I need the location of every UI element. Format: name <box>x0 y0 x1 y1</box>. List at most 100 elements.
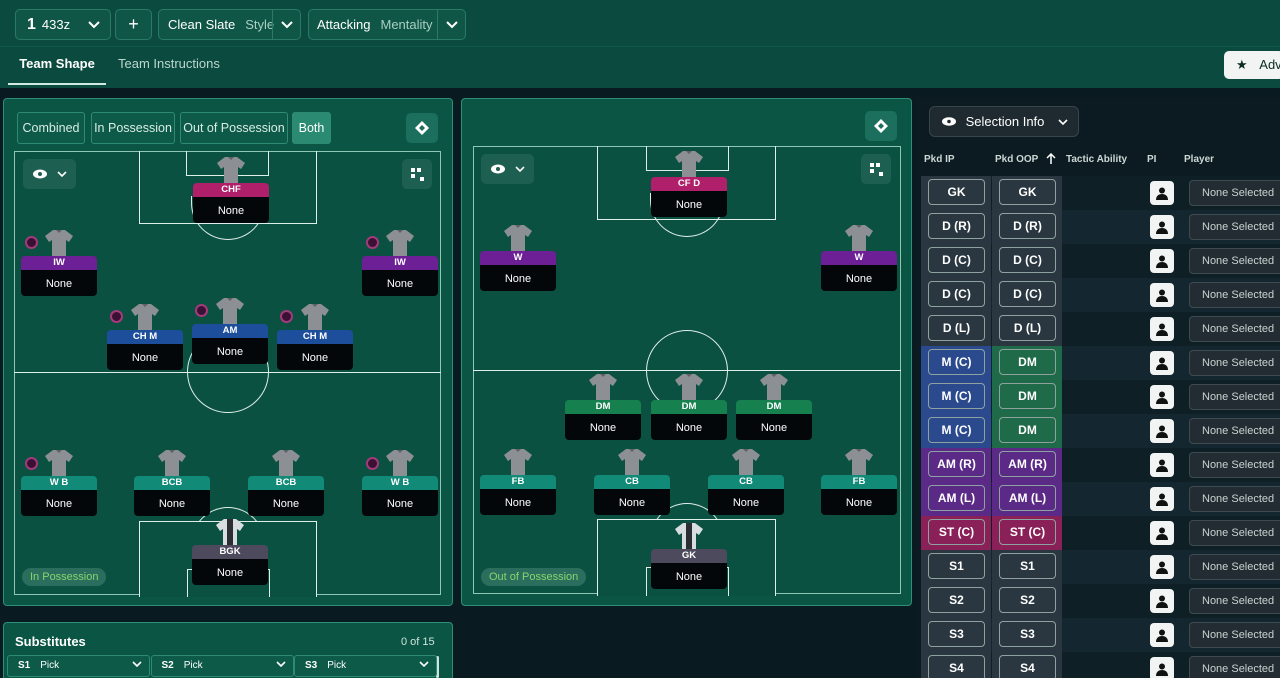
selection-info-dropdown[interactable]: Selection Info <box>929 106 1079 137</box>
person-icon[interactable] <box>1150 283 1174 307</box>
player-select[interactable]: None Selected <box>1189 248 1280 274</box>
player-select[interactable]: None Selected <box>1189 520 1280 546</box>
pkd-ip-position[interactable]: D (C) <box>928 281 985 307</box>
person-icon[interactable] <box>1150 453 1174 477</box>
player-select[interactable]: None Selected <box>1189 214 1280 240</box>
player-select[interactable]: None Selected <box>1189 180 1280 206</box>
substitute-slot-dropdown[interactable]: S2 Pick <box>150 655 294 677</box>
player-select[interactable]: None Selected <box>1189 384 1280 410</box>
view-mode-in-possession[interactable]: In Possession <box>91 112 175 144</box>
player-select[interactable]: None Selected <box>1189 554 1280 580</box>
person-icon[interactable] <box>1150 215 1174 239</box>
substitute-slot-dropdown[interactable]: S3 Pick <box>294 655 437 677</box>
pkd-ip-position[interactable]: D (C) <box>928 247 985 273</box>
out-of-possession-player-card[interactable]: FB None <box>480 449 556 517</box>
pkd-ip-position[interactable]: D (L) <box>928 315 985 341</box>
player-select[interactable]: None Selected <box>1189 282 1280 308</box>
pkd-oop-position[interactable]: GK <box>999 179 1056 205</box>
pkd-oop-position[interactable]: S3 <box>999 621 1056 647</box>
out-of-possession-player-card[interactable]: DM None <box>565 374 641 442</box>
in-possession-player-card[interactable]: BCB None <box>248 450 324 518</box>
in-possession-player-card[interactable]: W B None <box>362 450 438 518</box>
pkd-ip-position[interactable]: ST (C) <box>928 519 985 545</box>
diamond-move-icon[interactable] <box>406 113 438 143</box>
in-possession-player-card[interactable]: AM None <box>192 298 268 366</box>
pkd-oop-position[interactable]: S1 <box>999 553 1056 579</box>
column-player[interactable]: Player <box>1184 154 1214 165</box>
pkd-ip-position[interactable]: D (R) <box>928 213 985 239</box>
pkd-ip-position[interactable]: M (C) <box>928 383 985 409</box>
formation-dropdown[interactable]: 1 433z <box>15 9 111 40</box>
out-of-possession-player-card[interactable]: DM None <box>651 374 727 442</box>
column-tactic-ability[interactable]: Tactic Ability <box>1066 154 1127 165</box>
out-of-possession-player-card[interactable]: CF D None <box>651 151 727 219</box>
person-icon[interactable] <box>1150 181 1174 205</box>
pkd-oop-position[interactable]: D (C) <box>999 247 1056 273</box>
out-of-possession-player-card[interactable]: GK None <box>651 523 727 591</box>
diamond-move-icon[interactable] <box>865 111 897 141</box>
advanced-button[interactable]: ★ Adv <box>1224 51 1280 79</box>
pkd-oop-position[interactable]: D (R) <box>999 213 1056 239</box>
in-possession-player-card[interactable]: W B None <box>21 450 97 518</box>
column-pi[interactable]: PI <box>1147 154 1156 165</box>
person-icon[interactable] <box>1150 385 1174 409</box>
sort-arrow-up-icon[interactable] <box>1046 152 1056 170</box>
pkd-ip-position[interactable]: M (C) <box>928 349 985 375</box>
out-of-possession-player-card[interactable]: W None <box>821 225 897 293</box>
out-of-possession-player-card[interactable]: FB None <box>821 449 897 517</box>
mentality-dropdown[interactable]: Attacking Mentality <box>308 9 466 40</box>
person-icon[interactable] <box>1150 249 1174 273</box>
player-select[interactable]: None Selected <box>1189 622 1280 648</box>
style-dropdown[interactable]: Clean Slate Style <box>158 9 301 40</box>
substitute-slot-dropdown[interactable]: S1 Pick <box>7 655 150 677</box>
pkd-oop-position[interactable]: AM (R) <box>999 451 1056 477</box>
in-possession-player-card[interactable]: IW None <box>21 230 97 298</box>
person-icon[interactable] <box>1150 623 1174 647</box>
person-icon[interactable] <box>1150 555 1174 579</box>
player-select[interactable]: None Selected <box>1189 656 1280 678</box>
pkd-ip-position[interactable]: M (C) <box>928 417 985 443</box>
pkd-oop-position[interactable]: AM (L) <box>999 485 1056 511</box>
in-possession-player-card[interactable]: CH M None <box>107 304 183 372</box>
column-pkd-ip[interactable]: Pkd IP <box>924 154 955 165</box>
pkd-oop-position[interactable]: D (C) <box>999 281 1056 307</box>
player-select[interactable]: None Selected <box>1189 316 1280 342</box>
visibility-toggle[interactable] <box>23 159 76 189</box>
person-icon[interactable] <box>1150 317 1174 341</box>
tab-team-shape[interactable]: Team Shape <box>8 47 106 85</box>
out-of-possession-player-card[interactable]: DM None <box>736 374 812 442</box>
out-of-possession-player-card[interactable]: CB None <box>594 449 670 517</box>
pkd-oop-position[interactable]: S4 <box>999 655 1056 678</box>
in-possession-player-card[interactable]: CH M None <box>277 304 353 372</box>
pkd-ip-position[interactable]: S1 <box>928 553 985 579</box>
tab-team-instructions[interactable]: Team Instructions <box>118 47 220 85</box>
pkd-ip-position[interactable]: S2 <box>928 587 985 613</box>
pkd-oop-position[interactable]: DM <box>999 383 1056 409</box>
person-icon[interactable] <box>1150 521 1174 545</box>
out-of-possession-player-card[interactable]: CB None <box>708 449 784 517</box>
pkd-oop-position[interactable]: S2 <box>999 587 1056 613</box>
person-icon[interactable] <box>1150 419 1174 443</box>
view-mode-both[interactable]: Both <box>292 112 331 144</box>
out-of-possession-player-card[interactable]: W None <box>480 225 556 293</box>
in-possession-player-card[interactable]: IW None <box>362 230 438 298</box>
person-icon[interactable] <box>1150 657 1174 678</box>
pkd-oop-position[interactable]: D (L) <box>999 315 1056 341</box>
pkd-ip-position[interactable]: AM (L) <box>928 485 985 511</box>
player-select[interactable]: None Selected <box>1189 486 1280 512</box>
person-icon[interactable] <box>1150 589 1174 613</box>
grid-settings-icon[interactable] <box>861 154 891 184</box>
person-icon[interactable] <box>1150 487 1174 511</box>
grid-settings-icon[interactable] <box>402 159 432 189</box>
visibility-toggle[interactable] <box>481 154 534 184</box>
view-mode-out-of-possession[interactable]: Out of Possession <box>180 112 288 144</box>
player-select[interactable]: None Selected <box>1189 418 1280 444</box>
in-possession-player-card[interactable]: CHF None <box>193 157 269 225</box>
view-mode-combined[interactable]: Combined <box>17 112 85 144</box>
column-pkd-oop[interactable]: Pkd OOP <box>995 154 1038 165</box>
pkd-oop-position[interactable]: DM <box>999 417 1056 443</box>
add-formation-button[interactable]: + <box>115 9 152 40</box>
player-select[interactable]: None Selected <box>1189 350 1280 376</box>
pkd-oop-position[interactable]: DM <box>999 349 1056 375</box>
person-icon[interactable] <box>1150 351 1174 375</box>
